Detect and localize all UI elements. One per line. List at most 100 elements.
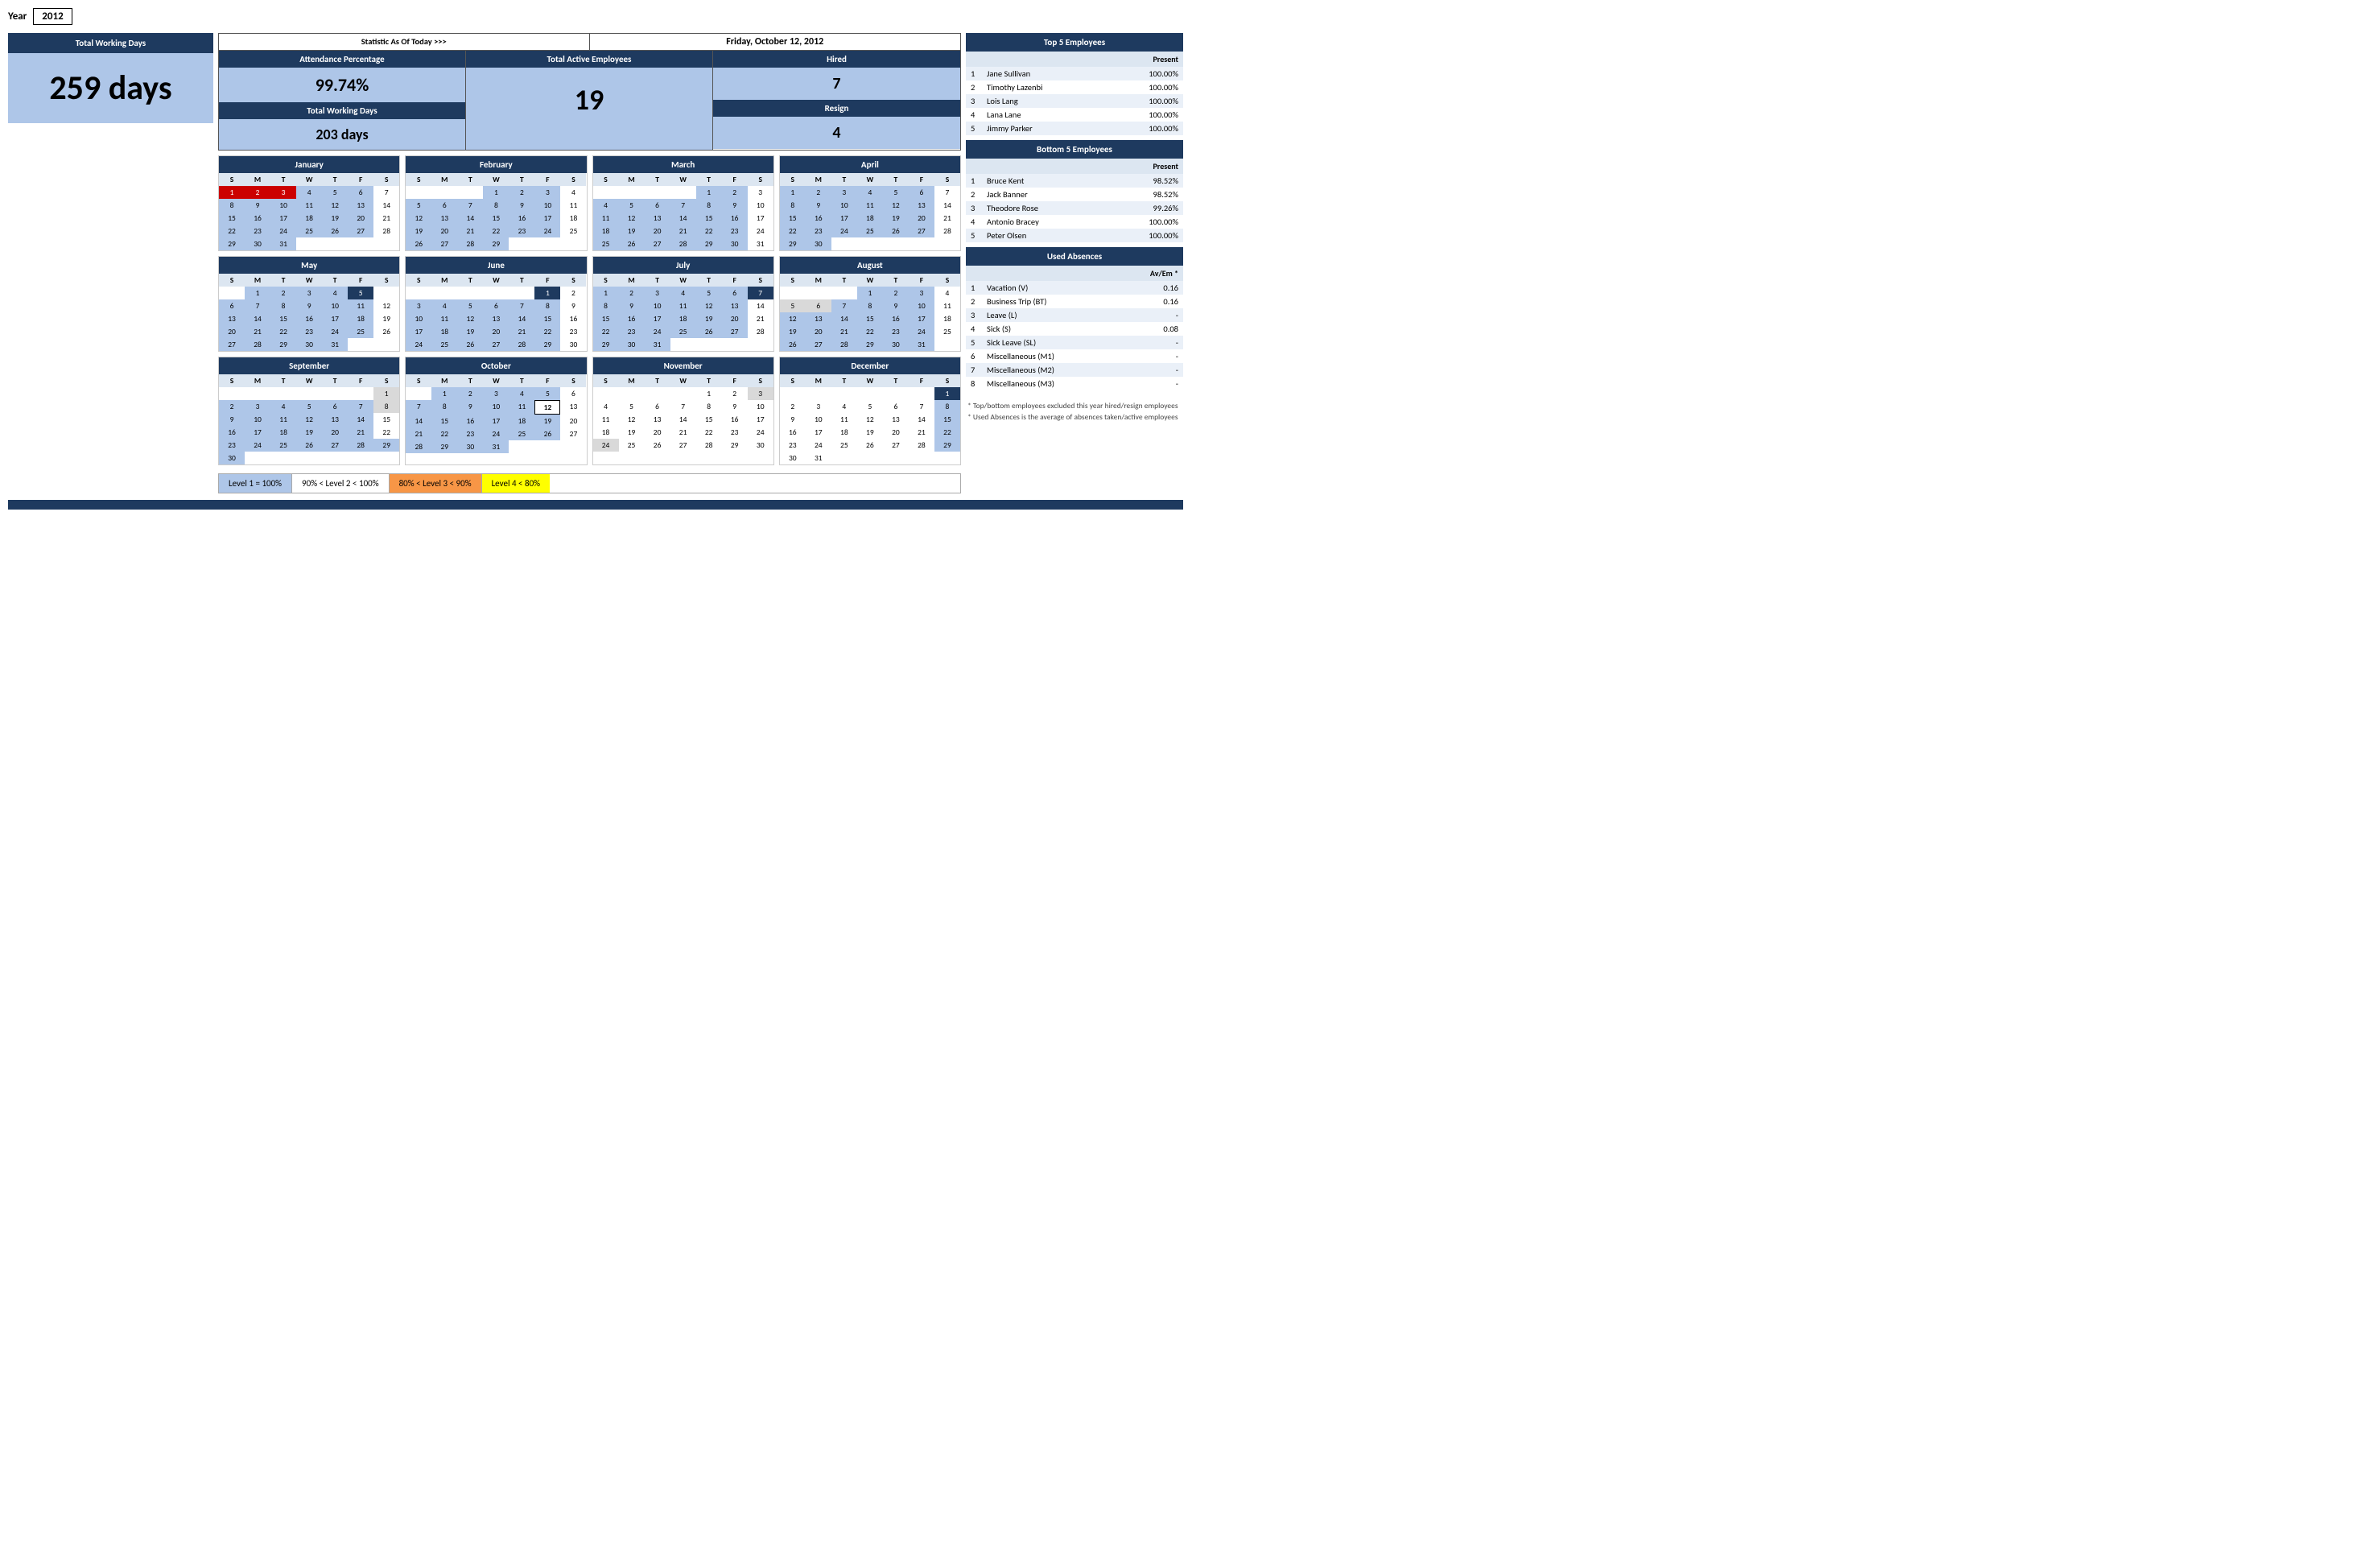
jan-15: 15 [219,212,245,225]
bottom5-row-5: 5 Peter Olsen 100.00% [966,229,1183,242]
jan-19: 19 [322,212,348,225]
august-header: August [780,257,960,274]
calendar-may: May S M T W T F S 1 2 3 4 5 [218,256,400,352]
legend-l1-label: Level 1 [229,478,254,489]
ua-row-5: 5 Sick Leave (SL) - [966,336,1183,349]
year-label: Year [8,10,27,23]
legend-l3-label: Level 3 [423,478,448,489]
jan-3: 3 [270,186,296,199]
legend-l2: 90% < Level 2 < 100% [292,474,390,493]
jan-4: 4 [296,186,322,199]
attendance-label: Attendance Percentage [219,51,465,68]
hired-value: 7 [713,68,960,100]
bottom5-section: Bottom 5 Employees Present 1 Bruce Kent … [966,140,1183,242]
jan-20: 20 [348,212,373,225]
col-s: S [219,173,245,186]
bottom5-row-3: 3 Theodore Rose 99.26% [966,201,1183,215]
right-panel: Top 5 Employees Present 1 Jane Sullivan … [966,33,1183,493]
used-absences-section: Used Absences Av/Em * 1 Vacation (V) 0.1… [966,247,1183,390]
col-th: T [322,173,348,186]
top5-row-1: 1 Jane Sullivan 100.00% [966,67,1183,80]
jan-18: 18 [296,212,322,225]
jan-14: 14 [373,199,399,212]
year-value: 2012 [33,8,72,25]
jan-8: 8 [219,199,245,212]
jan-21: 21 [373,212,399,225]
jan-26: 26 [322,225,348,237]
november-header: November [593,357,773,374]
december-header: December [780,357,960,374]
calendar-april: April S M T W T F S 1 2 3 4 5 6 7 [779,155,961,251]
calendar-march: March S M T W T F S 1 2 3 [592,155,774,251]
jan-23: 23 [245,225,270,237]
col-t: T [270,173,296,186]
march-header: March [593,156,773,173]
calendar-july: July S M T W T F S 1 2 3 4 5 6 7 [592,256,774,352]
jan-13: 13 [348,199,373,212]
calendar-june: June S M T W T F S 1 2 3 [405,256,587,352]
jan-9: 9 [245,199,270,212]
hired-label: Hired [713,51,960,68]
jan-2: 2 [245,186,270,199]
legend-l3: 80% < Level 3 < 90% [390,474,482,493]
bottom-bar [8,500,1183,510]
col-f: F [348,173,373,186]
bottom5-row-1: 1 Bruce Kent 98.52% [966,174,1183,188]
total-working-label2: Total Working Days [219,102,465,119]
total-working-days-header: Total Working Days [8,33,213,53]
stats-title: Statistic As Of Today >>> [219,34,590,50]
total-active-value: 19 [466,68,712,150]
jan-12: 12 [322,199,348,212]
legend-l4-label: Level 4 [492,478,517,489]
center-panel: Statistic As Of Today >>> Friday, Octobe… [218,33,961,493]
col-sa: S [373,173,399,186]
jan-5: 5 [322,186,348,199]
jan-29: 29 [219,237,245,250]
calendar-august: August S M T W T F S 1 2 3 4 [779,256,961,352]
col-w: W [296,173,322,186]
calendar-september: September S M T W T F S 1 [218,357,400,465]
calendar-january: January S M T W T F S 1 2 3 4 5 6 7 [218,155,400,251]
jan-11: 11 [296,199,322,212]
ua-row-4: 4 Sick (S) 0.08 [966,322,1183,336]
jan-31: 31 [270,237,296,250]
top5-subheader: Present [966,52,1183,67]
jan-6: 6 [348,186,373,199]
september-header: September [219,357,399,374]
jan-28: 28 [373,225,399,237]
total-working-days-value: 259 days [8,53,213,123]
jan-30: 30 [245,237,270,250]
february-header: February [406,156,586,173]
october-header: October [406,357,586,374]
ua-row-2: 2 Business Trip (BT) 0.16 [966,295,1183,308]
total-working-value2: 203 days [219,119,465,150]
legend-l2-label: Level 2 [326,478,351,489]
top5-row-2: 2 Timothy Lazenbi 100.00% [966,80,1183,94]
stats-date: Friday, October 12, 2012 [590,34,961,50]
bottom5-row-2: 2 Jack Banner 98.52% [966,188,1183,201]
january-header: January [219,156,399,173]
note-2: * Used Absences is the average of absenc… [967,411,1182,423]
notes: * Top/bottom employees excluded this yea… [966,395,1183,428]
top5-row-4: 4 Lana Lane 100.00% [966,108,1183,122]
ua-row-6: 6 Miscellaneous (M1) - [966,349,1183,363]
calendar-december: December S M T W T F S 1 [779,357,961,465]
bottom5-row-4: 4 Antonio Bracey 100.00% [966,215,1183,229]
left-panel: Total Working Days 259 days [8,33,213,493]
resign-label: Resign [713,100,960,117]
calendar-february: February S M T W T F S 1 2 3 4 [405,155,587,251]
legend-l4: Level 4 < 80% [482,474,550,493]
april-header: April [780,156,960,173]
ua-row-7: 7 Miscellaneous (M2) - [966,363,1183,377]
ua-row-8: 8 Miscellaneous (M3) - [966,377,1183,390]
total-active-label: Total Active Employees [466,51,712,68]
jan-7: 7 [373,186,399,199]
calendar-november: November S M T W T F S 1 2 3 [592,357,774,465]
jan-1: 1 [219,186,245,199]
jan-16: 16 [245,212,270,225]
resign-value: 4 [713,117,960,149]
top5-header: Top 5 Employees [966,33,1183,52]
may-header: May [219,257,399,274]
jan-27: 27 [348,225,373,237]
june-header: June [406,257,586,274]
